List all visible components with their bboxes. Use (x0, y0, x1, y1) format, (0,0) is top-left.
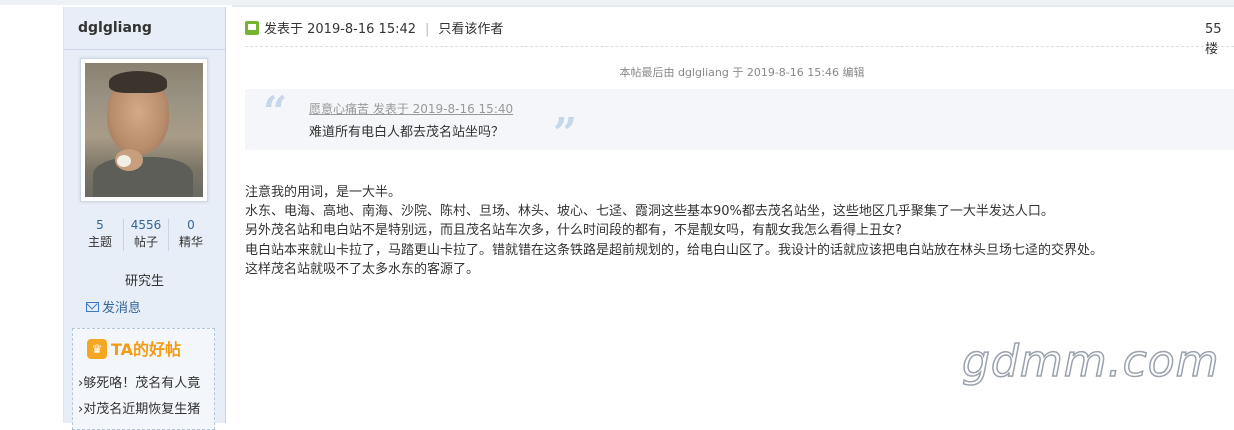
author-rank: 研究生 (124, 274, 164, 289)
stat-posts-value: 4556 (130, 218, 162, 232)
stat-posts[interactable]: 4556 帖子 (124, 217, 168, 251)
stat-topics-value: 5 (96, 218, 104, 232)
sidebar-divider (64, 49, 225, 50)
floor-number[interactable]: 55楼 (1205, 20, 1234, 60)
ta-good-posts-label: TA的好帖 (111, 340, 182, 359)
post-body-line: 另外茂名站和电白站不是特别远，而且茂名站车次多，什么时间段的都有，不是靓女吗，有… (245, 223, 902, 239)
stat-posts-label: 帖子 (133, 235, 158, 249)
stat-digest-value: 0 (187, 218, 195, 232)
quote-author-link[interactable]: 愿意心痛苦 发表于 2019-8-16 15:40 (309, 100, 513, 117)
post-header: 发表于 2019-8-16 15:42 | 只看该作者 (245, 20, 503, 40)
post-body: 注意我的用词，是一大半。 水东、电海、高地、南海、沙院、陈村、旦场、林头、坡心、… (245, 183, 1103, 279)
stat-digest-label: 精华 (178, 235, 203, 249)
stat-digest[interactable]: 0 精华 (169, 217, 213, 251)
quote-close-icon: ” (553, 109, 578, 158)
header-divider: | (425, 22, 430, 37)
ta-post-title: 对茂名近期恢复生猪 (83, 402, 201, 417)
top-border-post (232, 5, 1234, 7)
edit-note: 本帖最后由 dglgliang 于 2019-8-16 15:46 编辑 (619, 66, 865, 79)
avatar-shirt (93, 157, 193, 197)
post-body-line: 水东、电海、高地、南海、沙院、陈村、旦场、林头、坡心、七迳、霞洞这些基本90%都… (245, 204, 1054, 220)
post-status-icon (245, 21, 259, 35)
post-header-divider (245, 46, 1234, 48)
avatar-image[interactable] (85, 63, 203, 197)
quote-open-icon: “ (263, 87, 288, 136)
site-watermark: gdmm.com (961, 335, 1220, 388)
stat-topics[interactable]: 5 主题 (78, 217, 122, 251)
quote-block: “ 愿意心痛苦 发表于 2019-8-16 15:40 难道所有电白人都去茂名站… (245, 87, 1234, 158)
post-timestamp: 发表于 2019-8-16 15:42 (264, 22, 417, 37)
post-body-line: 电白站本来就山卡拉了，马踏更山卡拉了。错就错在这条铁路是超前规划的，给电白山区了… (245, 242, 1104, 258)
send-message-button[interactable]: 发消息 (86, 297, 141, 316)
ta-post-link[interactable]: ›对茂名近期恢复生猪 (78, 398, 212, 417)
quote-text: 难道所有电白人都去茂名站坐吗？ (309, 125, 505, 140)
send-message-label: 发消息 (102, 301, 142, 316)
mail-icon (86, 302, 99, 312)
author-username[interactable]: dglgliang (78, 20, 152, 36)
ta-post-title: 够死咯！茂名有人竟 (83, 376, 201, 391)
post-body-line: 这样茂名站就吸不了太多水东的客源了。 (245, 261, 480, 277)
avatar-food (117, 155, 131, 167)
crown-icon: ♛ (87, 339, 107, 359)
author-stats: 5 主题 4556 帖子 0 精华 (78, 217, 212, 257)
post-body-line: 注意我的用词，是一大半。 (245, 185, 402, 200)
ta-good-posts: ♛ TA的好帖 ›够死咯！茂名有人竟 ›对茂名近期恢复生猪 (72, 328, 215, 430)
ta-good-posts-title: ♛ TA的好帖 (87, 339, 181, 361)
ta-post-link[interactable]: ›够死咯！茂名有人竟 (78, 372, 212, 391)
only-author-link[interactable]: 只看该作者 (438, 22, 503, 37)
stat-topics-label: 主题 (87, 235, 112, 249)
